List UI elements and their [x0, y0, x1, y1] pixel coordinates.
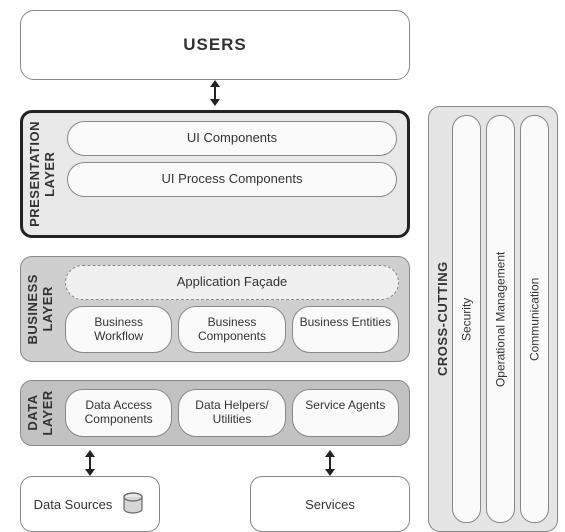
data-sources-box: Data Sources — [20, 476, 160, 532]
arrow-users-presentation — [20, 80, 410, 106]
architecture-diagram: USERS PRESENTATION LAYER UI Components U… — [10, 10, 555, 532]
business-entities-box: Business Entities — [292, 306, 399, 354]
data-layer: DATA LAYER Data Access Components Data H… — [20, 380, 410, 446]
double-arrow-icon — [80, 450, 100, 476]
services-label: Services — [305, 497, 355, 512]
business-layer-label: BUSINESS LAYER — [21, 257, 59, 362]
data-helpers-box: Data Helpers/ Utilities — [178, 389, 285, 437]
business-layer: BUSINESS LAYER Application Façade Busine… — [20, 256, 410, 363]
data-sources-label: Data Sources — [34, 497, 113, 512]
service-agents-box: Service Agents — [292, 389, 399, 437]
users-box: USERS — [20, 10, 410, 80]
application-facade-box: Application Façade — [65, 265, 399, 300]
data-layer-label: DATA LAYER — [21, 381, 59, 445]
arrow-data-datasources — [20, 450, 160, 476]
business-workflow-box: Business Workflow — [65, 306, 172, 354]
business-components-box: Business Components — [178, 306, 285, 354]
communication-box: Communication — [520, 115, 549, 523]
data-access-components-box: Data Access Components — [65, 389, 172, 437]
ui-components-box: UI Components — [67, 121, 397, 156]
operational-management-box: Operational Management — [486, 115, 515, 523]
double-arrow-icon — [205, 80, 225, 106]
cross-cutting-panel: CROSS-CUTTING Security Operational Manag… — [428, 106, 558, 532]
database-icon — [120, 491, 146, 517]
security-box: Security — [452, 115, 481, 523]
presentation-layer: PRESENTATION LAYER UI Components UI Proc… — [20, 110, 410, 238]
users-label: USERS — [183, 35, 247, 54]
double-arrow-icon — [320, 450, 340, 476]
cross-cutting-label: CROSS-CUTTING — [433, 113, 452, 525]
ui-process-components-box: UI Process Components — [67, 162, 397, 197]
arrow-data-services — [250, 450, 410, 476]
services-box: Services — [250, 476, 410, 532]
presentation-layer-label: PRESENTATION LAYER — [23, 113, 61, 235]
